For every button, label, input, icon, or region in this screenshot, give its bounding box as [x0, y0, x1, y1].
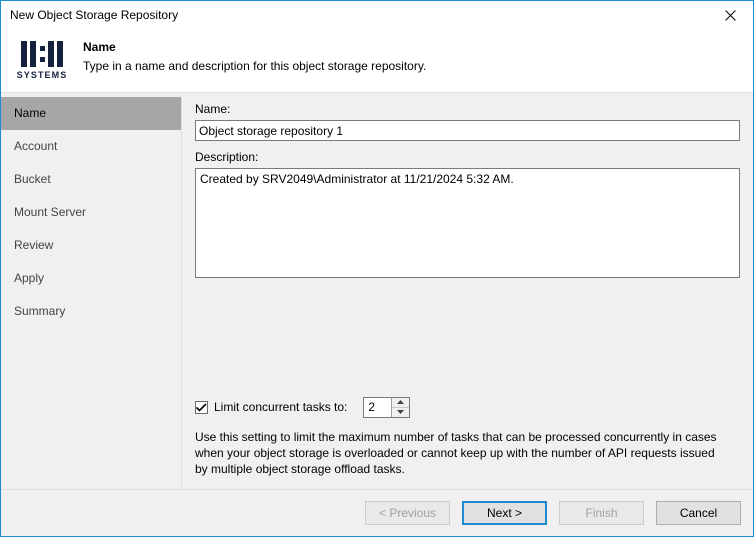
title-bar: New Object Storage Repository	[1, 1, 753, 30]
sidebar-item-mount-server[interactable]: Mount Server	[1, 196, 181, 229]
stepper-down-icon[interactable]	[392, 407, 410, 417]
sidebar-item-review[interactable]: Review	[1, 229, 181, 262]
limit-tasks-description: Use this setting to limit the maximum nu…	[195, 430, 717, 476]
limit-tasks-row: Limit concurrent tasks to: 2	[195, 396, 740, 418]
sidebar-item-apply[interactable]: Apply	[1, 262, 181, 295]
cancel-button[interactable]: Cancel	[656, 501, 741, 525]
finish-button[interactable]: Finish	[559, 501, 644, 525]
close-icon[interactable]	[708, 1, 753, 29]
previous-button[interactable]: < Previous	[365, 501, 450, 525]
stepper-buttons	[391, 397, 410, 417]
sidebar-item-bucket[interactable]: Bucket	[1, 163, 181, 196]
page-title: Name	[83, 40, 116, 54]
stepper-up-icon[interactable]	[392, 397, 410, 408]
wizard-steps-sidebar: Name Account Bucket Mount Server Review …	[1, 93, 182, 489]
window-title: New Object Storage Repository	[10, 8, 179, 22]
name-field-label: Name:	[195, 102, 231, 116]
dialog-body: Name Account Bucket Mount Server Review …	[1, 93, 753, 489]
brand-logo: SYSTEMS	[13, 41, 71, 80]
new-object-storage-repository-dialog: New Object Storage Repository SYSTEMS Na…	[0, 0, 754, 537]
sidebar-item-name[interactable]: Name	[1, 97, 181, 130]
description-field-label: Description:	[195, 150, 259, 164]
dialog-footer: < Previous Next > Finish Cancel	[1, 489, 753, 536]
limit-concurrent-tasks-label: Limit concurrent tasks to:	[214, 400, 348, 414]
logo-wordmark: SYSTEMS	[16, 70, 68, 80]
sidebar-item-summary[interactable]: Summary	[1, 295, 181, 328]
limit-value[interactable]: 2	[364, 397, 392, 417]
header-text-block: Name Type in a name and description for …	[83, 39, 426, 74]
dialog-header: SYSTEMS Name Type in a name and descript…	[1, 30, 753, 93]
page-subtitle: Type in a name and description for this …	[83, 59, 427, 73]
limit-tasks-block: Limit concurrent tasks to: 2 Use this se…	[195, 396, 740, 489]
name-input[interactable]	[195, 120, 740, 141]
limit-concurrent-tasks-stepper[interactable]: 2	[363, 396, 411, 418]
form-panel: Name: Description: Limit concurrent task…	[182, 93, 753, 489]
logo-mark-icon	[21, 41, 63, 67]
limit-concurrent-tasks-checkbox[interactable]	[195, 400, 208, 414]
description-textarea[interactable]	[195, 168, 740, 278]
next-button[interactable]: Next >	[462, 501, 547, 525]
sidebar-item-account[interactable]: Account	[1, 130, 181, 163]
